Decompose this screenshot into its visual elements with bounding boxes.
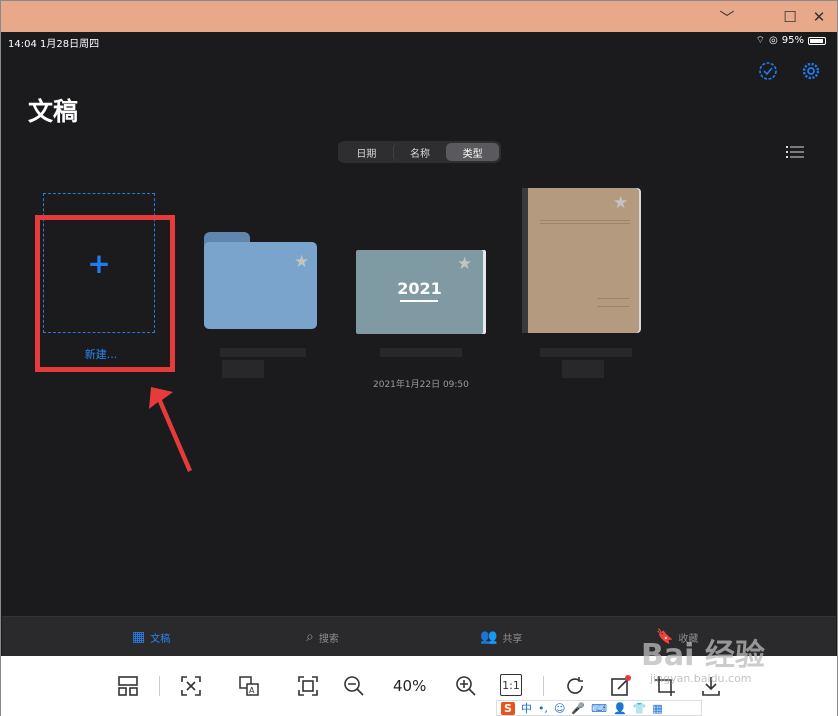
zoom-out-icon[interactable] [342, 674, 366, 698]
keyboard-icon[interactable]: ⌨ [591, 702, 607, 715]
punctuation-icon[interactable]: •, [538, 702, 548, 715]
rotate-icon[interactable] [563, 674, 587, 698]
maximize-button[interactable]: ☐ [776, 5, 804, 29]
sogou-logo: S [501, 701, 515, 715]
grid-icon: ▦ [132, 629, 146, 645]
zoom-level: 40% [393, 677, 427, 695]
tab-documents[interactable]: ▦ 文稿 [132, 629, 170, 645]
edit-icon[interactable] [609, 674, 633, 698]
baidu-watermark-url: jingyan.baidu.com [650, 672, 752, 685]
tab-label: 搜索 [318, 633, 339, 645]
emoji-icon[interactable]: ☺ [554, 702, 565, 715]
minimize-button[interactable]: ﹀ [713, 5, 741, 29]
grid-icon[interactable]: ▦ [652, 702, 662, 715]
svg-text:A: A [249, 686, 255, 695]
translate-icon[interactable]: A [237, 674, 261, 698]
microphone-icon[interactable]: 🎤 [571, 702, 585, 715]
toolbar-divider [543, 676, 544, 696]
red-arrow-annotation [149, 387, 192, 472]
layout-icon[interactable] [116, 674, 140, 698]
fit-screen-icon[interactable] [296, 674, 320, 698]
close-button[interactable]: ✕ [805, 5, 833, 29]
tab-search[interactable]: ⌕ 搜索 [306, 629, 339, 645]
actual-size-button[interactable]: 1:1 [500, 674, 522, 696]
close-crop-icon[interactable] [179, 674, 203, 698]
tab-label: 文稿 [150, 633, 171, 645]
zoom-in-icon[interactable] [454, 674, 478, 698]
tab-label: 共享 [502, 633, 523, 645]
title-bar: ﹀ ☐ ✕ [1, 1, 837, 32]
app-window: ﹀ ☐ ✕ 14:04 1月28日周四 ⌔ ◎ 95% 文稿 日期 名称 类型 [0, 0, 838, 716]
skin-icon[interactable]: 👕 [633, 702, 647, 715]
ipad-screen: 14:04 1月28日周四 ⌔ ◎ 95% 文稿 日期 名称 类型 + 新建..… [2, 32, 836, 657]
toolbar-divider [159, 676, 160, 696]
tab-shared[interactable]: 👥 共享 [480, 629, 522, 645]
baidu-watermark: Bai 经验 [641, 638, 765, 673]
user-icon[interactable]: 👤 [613, 702, 627, 715]
ime-toolbar[interactable]: S 中 •, ☺ 🎤 ⌨ 👤 👕 ▦ [496, 700, 702, 716]
ime-mode[interactable]: 中 [521, 700, 532, 716]
people-icon: 👥 [480, 629, 498, 645]
search-icon: ⌕ [306, 629, 314, 645]
